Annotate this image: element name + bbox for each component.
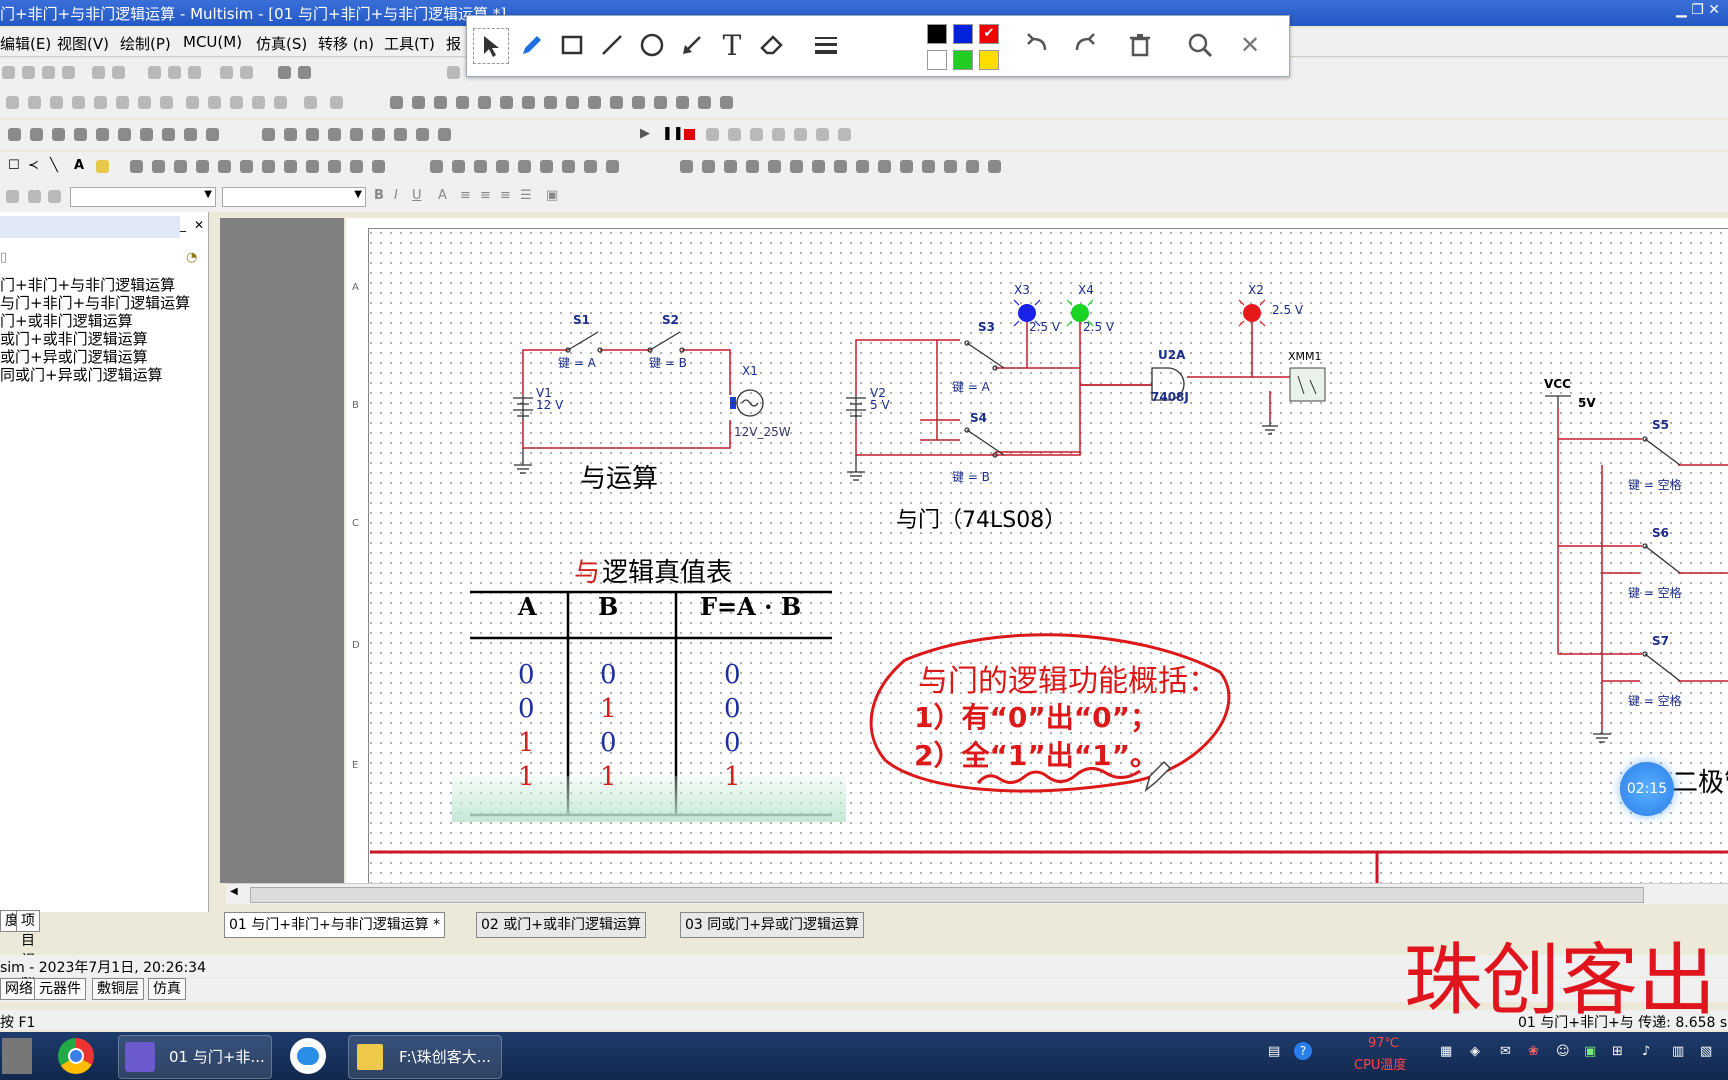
vcc-value: 5V [1578, 396, 1596, 410]
log-text: sim - 2023年7月1日, 20:26:34 [0, 960, 206, 976]
tab-copper[interactable]: 敷铜层 [92, 978, 144, 1000]
table-cell: 0 [724, 660, 741, 690]
probe-x2-name: X2 [1248, 283, 1264, 297]
table-highlight [452, 776, 846, 822]
table-cell: 0 [724, 728, 741, 758]
note-line: 2）全“1”出“1”。 [914, 739, 1159, 772]
table-cell: 0 [724, 694, 741, 724]
taskbar-app-explorer[interactable]: F:\珠创客大... [348, 1035, 502, 1079]
key-label: 键 = 空格 [1628, 478, 1682, 492]
cpu-temp-label: CPU温度 [1354, 1058, 1407, 1073]
table-cell: 1 [518, 728, 535, 758]
tab-nets[interactable]: 网络 [0, 978, 38, 1000]
taskbar-app-multisim[interactable]: 01 与门+非... [118, 1035, 272, 1079]
table-cell: 0 [518, 694, 535, 724]
tray-icon[interactable]: ▦ [1440, 1044, 1452, 1059]
cpu-temp: 97℃ [1368, 1036, 1400, 1051]
probe-x4-value: 2.5 V [1083, 320, 1115, 334]
tray-icon[interactable]: ⊞ [1612, 1044, 1623, 1059]
circuit1-caption: 与运算 [580, 464, 659, 494]
key-label: 键 = B [952, 470, 990, 484]
chrome-icon[interactable] [58, 1038, 94, 1074]
app-icon[interactable] [290, 1038, 326, 1074]
table-cell: 0 [518, 660, 535, 690]
note-line: 与门的逻辑功能概括： [918, 664, 1218, 699]
doc-tab[interactable]: 03 同或门+异或门逻辑运算 [680, 912, 864, 938]
battery-value: 5 V [870, 398, 890, 412]
tray-icon[interactable]: ▣ [1584, 1044, 1596, 1059]
key-label: 键 = A [952, 380, 990, 394]
horizontal-scrollbar[interactable]: ◀ [226, 883, 1728, 904]
volume-icon[interactable]: ♪ [1642, 1044, 1650, 1059]
probe-x4-name: X4 [1078, 283, 1094, 297]
probe-x3-value: 2.5 V [1029, 320, 1061, 334]
switch-s5-label: S5 [1652, 418, 1669, 432]
table-header: A [518, 592, 537, 621]
tray-icon[interactable]: ☺ [1556, 1044, 1570, 1059]
partial-caption: 二极管 [1672, 768, 1728, 798]
table-cell: 1 [518, 762, 535, 792]
tab-simulation[interactable]: 仿真 [148, 978, 186, 1000]
multimeter-name: XMM1 [1288, 350, 1322, 363]
tab-components[interactable]: 元器件 [34, 978, 86, 1000]
vcc-label: VCC [1544, 377, 1571, 391]
scrollbar-thumb[interactable] [250, 887, 1644, 903]
key-label: 键 = B [649, 356, 687, 370]
help-icon[interactable]: ? [1294, 1042, 1312, 1060]
switch-s4-label: S4 [970, 411, 987, 425]
switch-s1-label: S1 [573, 313, 590, 327]
taskbar-app-label: 01 与门+非... [169, 1048, 265, 1066]
table-header: F=A · B [700, 592, 802, 621]
table-cell: 1 [600, 762, 617, 792]
key-label: 键 = 空格 [1628, 586, 1682, 600]
note-line: 1）有“0”出“0”； [914, 701, 1159, 734]
tray-icon[interactable]: ❀ [1528, 1044, 1539, 1059]
folder-icon [357, 1044, 383, 1070]
truth-table-title: 逻辑真值表 [602, 558, 733, 588]
tray-icon[interactable]: ◈ [1470, 1044, 1480, 1059]
truth-table-title-highlight: 与 [574, 558, 601, 588]
doc-tab[interactable]: 02 或门+或非门逻辑运算 [476, 912, 646, 938]
table-header: B [598, 592, 619, 621]
start-button[interactable] [2, 1038, 32, 1074]
key-label: 键 = 空格 [1628, 694, 1682, 708]
tray-icon[interactable]: ▧ [1700, 1044, 1712, 1059]
multisim-icon [125, 1042, 155, 1072]
table-cell: 0 [600, 728, 617, 758]
switch-s7-label: S7 [1652, 634, 1669, 648]
table-cell: 1 [600, 694, 617, 724]
help-hint: 按 F1 [0, 1015, 36, 1031]
gate-part: 7408J [1151, 390, 1189, 404]
network-icon[interactable]: ▤ [1268, 1044, 1280, 1059]
probe-x3-name: X3 [1014, 283, 1030, 297]
doc-tab-active[interactable]: 01 与门+非门+与非门逻辑运算 * [224, 912, 446, 938]
lamp-name: X1 [742, 364, 758, 378]
taskbar-app-label: F:\珠创客大... [399, 1048, 491, 1066]
probe-x2-value: 2.5 V [1272, 303, 1304, 317]
chrome-center [68, 1048, 84, 1064]
circuit2-caption: 与门（74LS08） [896, 508, 1067, 533]
watermark-text: 珠创客出 [1404, 936, 1717, 1026]
timer-text: 02:15 [1626, 781, 1668, 797]
lamp-value: 12V_25W [734, 425, 791, 439]
app-icon-inner [297, 1047, 319, 1065]
tray-icon[interactable]: ✉ [1500, 1044, 1511, 1059]
gate-name: U2A [1158, 348, 1186, 362]
taskbar: 01 与门+非... F:\珠创客大... ▤ ? 97℃ CPU温度 ▦ ◈ … [0, 1032, 1728, 1080]
recording-timer[interactable]: 02:15 [1620, 762, 1674, 816]
switch-s6-label: S6 [1652, 526, 1669, 540]
switch-s3-label: S3 [978, 320, 995, 334]
scroll-left-icon[interactable]: ◀ [230, 886, 238, 897]
battery-value: 12 V [536, 398, 564, 412]
switch-s2-label: S2 [662, 313, 679, 327]
tray-icon[interactable]: ▥ [1672, 1044, 1684, 1059]
table-cell: 0 [600, 660, 617, 690]
table-cell: 1 [724, 762, 741, 792]
key-label: 键 = A [558, 356, 596, 370]
